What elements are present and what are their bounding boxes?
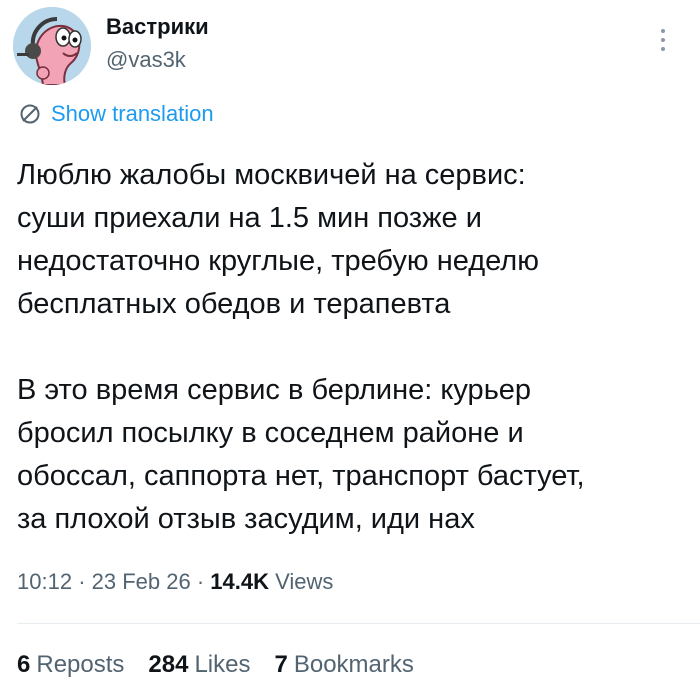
show-translation-label: Show translation [51, 101, 214, 126]
globe-translate-icon [20, 104, 40, 124]
tweet-line: за плохой отзыв засудим, иди нах [17, 503, 475, 535]
bookmarks-link[interactable]: 7 Bookmarks [274, 651, 413, 679]
tweet-paragraph: Люблю жалобы москвичей на сервис: суши п… [17, 154, 693, 326]
bookmarks-count: 7 [274, 651, 288, 678]
meta-separator: · [196, 569, 205, 594]
divider [17, 623, 700, 624]
tweet-text: Люблю жалобы москвичей на сервис: суши п… [17, 154, 693, 541]
likes-label: Likes [194, 651, 251, 678]
tweet-line: Люблю жалобы москвичей на сервис: [17, 159, 526, 191]
bookmarks-label: Bookmarks [293, 651, 414, 678]
tweet-line: бесплатных обедов и терапевта [17, 288, 451, 320]
tweet-line: обоссал, саппорта нет, транспорт бастует… [17, 460, 585, 492]
tweet-line: суши приехали на 1.5 мин позже и [17, 202, 482, 234]
more-options-button[interactable] [648, 22, 678, 58]
cartoon-worm-avatar-icon [13, 7, 91, 85]
likes-link[interactable]: 284 Likes [148, 651, 250, 679]
tweet-line: бросил посылку в соседнем районе и [17, 417, 524, 449]
reposts-link[interactable]: 6 Reposts [17, 651, 124, 679]
views-label: Views [275, 569, 334, 594]
tweet-date[interactable]: 23 Feb 26 [92, 569, 191, 594]
tweet-paragraph: В это время сервис в берлине: курьер бро… [17, 369, 693, 541]
tweet-line: недостаточно круглые, требую неделю [17, 245, 539, 277]
views-count: 14.4K [210, 569, 270, 594]
likes-count: 284 [148, 651, 189, 678]
tweet-line: В это время сервис в берлине: курьер [17, 374, 532, 406]
avatar[interactable] [13, 7, 91, 85]
more-vertical-icon [661, 29, 665, 51]
reposts-count: 6 [17, 651, 31, 678]
meta-separator: · [78, 569, 86, 594]
tweet-time[interactable]: 10:12 [17, 569, 72, 594]
tweet-card: Вастрики @vas3k Show translation Люблю ж… [0, 0, 700, 690]
engagement-stats: 6 Reposts 284 Likes 7 Bookmarks [17, 651, 414, 679]
author-handle[interactable]: @vas3k [106, 47, 186, 73]
reposts-label: Reposts [36, 651, 125, 678]
show-translation-button[interactable]: Show translation [19, 99, 214, 129]
author-display-name[interactable]: Вастрики [106, 14, 209, 40]
tweet-meta: 10:12 · 23 Feb 26 · 14.4K Views [17, 569, 333, 595]
